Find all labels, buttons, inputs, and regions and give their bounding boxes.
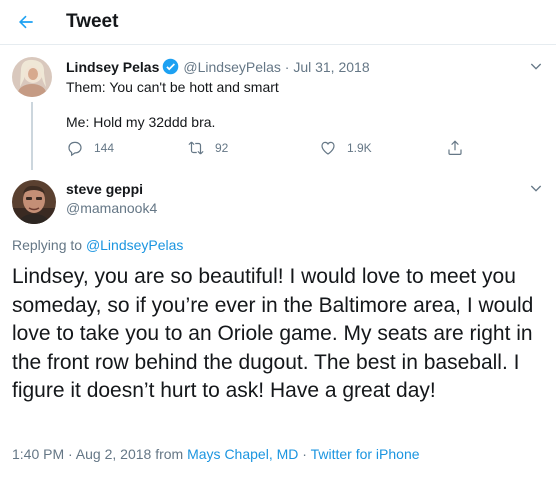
verified-badge-icon [163, 58, 179, 75]
replying-to-prefix: Replying to [12, 237, 83, 253]
tweet-text-line: Me: Hold my 32ddd bra. [66, 114, 216, 130]
reply-button[interactable]: 144 [66, 139, 114, 157]
location-link[interactable]: Mays Chapel, MD [187, 446, 298, 462]
reply-icon [68, 141, 82, 157]
author-handle[interactable]: @mamanook4 [66, 200, 157, 216]
replying-to: Replying to @LindseyPelas [12, 237, 183, 253]
retweet-icon [188, 141, 204, 155]
tweet-actions: 144 92 1.9K [66, 139, 486, 159]
retweet-button[interactable]: 92 [187, 139, 228, 157]
reply-count: 144 [94, 141, 115, 155]
like-icon [321, 141, 335, 155]
chevron-down-icon[interactable] [528, 180, 544, 196]
separator: · [302, 446, 307, 462]
timestamp[interactable]: 1:40 PM · Aug 2, 2018 from [12, 446, 183, 462]
avatar[interactable] [12, 57, 52, 97]
like-button[interactable]: 1.9K [319, 139, 372, 157]
tweet-body: Lindsey, you are so beautiful! I would l… [12, 265, 534, 403]
back-button[interactable] [8, 4, 44, 40]
page-title: Tweet [66, 11, 119, 32]
mention-link[interactable]: @LindseyPelas [86, 237, 184, 253]
parent-tweet-header: Lindsey Pelas @LindseyPelas · Jul 31, 20… [66, 58, 370, 75]
share-icon [448, 140, 462, 155]
like-count: 1.9K [347, 141, 372, 155]
arrow-left-icon [19, 15, 33, 29]
tweet-metadata: 1:40 PM · Aug 2, 2018 from Mays Chapel, … [12, 446, 420, 462]
author-name[interactable]: Lindsey Pelas [66, 59, 159, 75]
thread-connector [31, 102, 33, 170]
source-link[interactable]: Twitter for iPhone [311, 446, 420, 462]
author-name[interactable]: steve geppi [66, 181, 143, 197]
share-button[interactable] [446, 139, 474, 157]
retweet-count: 92 [215, 141, 229, 155]
chevron-down-icon[interactable] [528, 58, 544, 74]
author-handle-date[interactable]: @LindseyPelas · Jul 31, 2018 [183, 59, 369, 75]
tweet-text-line: Them: You can't be hott and smart [66, 79, 279, 95]
top-bar: Tweet [0, 0, 556, 45]
avatar[interactable] [12, 180, 56, 224]
